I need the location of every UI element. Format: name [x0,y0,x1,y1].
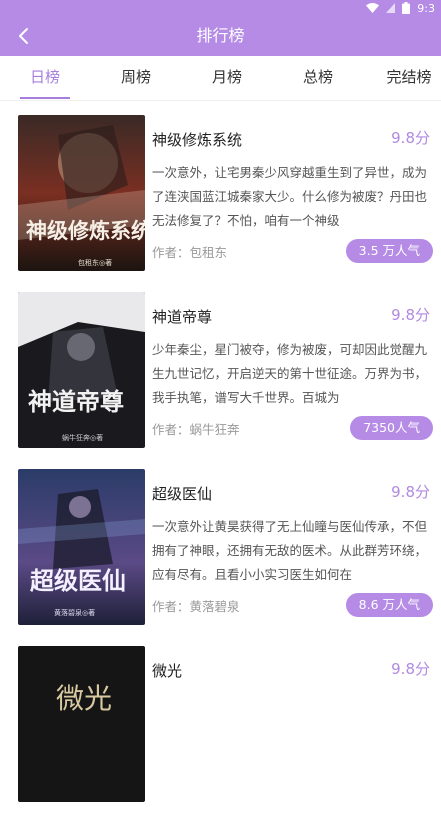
popularity-badge: 3.5 万人气 [345,239,433,263]
cover-title-text: 神级修炼系统 [26,218,145,243]
battery-icon [402,2,411,14]
tab-monthly[interactable]: 月榜 [199,56,255,100]
author-name: 包租东 [189,245,228,260]
book-score: 9.8分 [391,306,430,324]
back-button[interactable] [8,20,40,52]
tab-total[interactable]: 总榜 [290,56,346,100]
book-author: 作者：蜗牛狂奔 [152,419,240,438]
status-time: 9:3 [417,1,435,15]
signal-icon [386,3,396,13]
book-cover[interactable]: 神级修炼系统 包租东◎著 [18,115,145,271]
book-description: 一次意外让黄昊获得了无上仙瞳与医仙传承，不但拥有了神眼，还拥有无敌的医术。从此群… [152,519,428,582]
book-title[interactable]: 微光 [152,660,182,681]
book-list-item[interactable]: 微光 微光 9.8分 [0,646,441,824]
cover-title-text: 超级医仙 [30,567,126,595]
cover-title-text: 神道帝尊 [28,387,124,416]
book-cover[interactable]: 超级医仙 黄落碧泉◎著 [18,469,145,625]
tab-indicator [20,97,70,99]
author-label: 作者： [152,245,190,260]
cover-caption-text: 蜗牛狂奔◎著 [62,433,103,442]
book-description: 少年秦尘，星门被夺，修为被废，可却因此觉醒九生九世记忆，开启逆天的第十世征途。万… [152,342,428,405]
status-bar: 9:3 [0,0,441,16]
wifi-icon [366,3,380,13]
tab-daily[interactable]: 日榜 [20,56,70,100]
cover-caption-text: 包租东◎著 [78,258,112,267]
author-label: 作者： [152,422,190,437]
status-icons: 9:3 [366,0,435,16]
book-title[interactable]: 神级修炼系统 [152,129,242,150]
chevron-left-icon [19,28,28,44]
book-author: 作者：黄落碧泉 [152,596,240,615]
book-score: 9.8分 [391,129,430,147]
book-list-item[interactable]: 神道帝尊 蜗牛狂奔◎著 神道帝尊 9.8分 少年秦尘，星门被夺，修为被废，可却因… [0,292,441,470]
book-score: 9.8分 [391,660,430,678]
cover-caption-text: 黄落碧泉◎著 [54,608,95,617]
popularity-badge: 7350人气 [350,416,433,440]
author-name: 黄落碧泉 [189,599,240,614]
book-cover[interactable]: 神道帝尊 蜗牛狂奔◎著 [18,292,145,448]
book-author: 作者：包租东 [152,242,227,261]
tab-weekly[interactable]: 周榜 [108,56,164,100]
cover-title-text: 微光 [56,682,112,715]
book-cover[interactable]: 微光 [18,646,145,802]
rank-tabs: 日榜 周榜 月榜 总榜 完结榜 [0,56,441,101]
app-bar: 排行榜 [0,16,441,56]
book-title[interactable]: 超级医仙 [152,483,212,504]
popularity-badge: 8.6 万人气 [345,593,433,617]
book-score: 9.8分 [391,483,430,501]
author-name: 蜗牛狂奔 [189,422,240,437]
tab-completed[interactable]: 完结榜 [376,56,441,100]
page-title: 排行榜 [196,26,245,45]
book-title[interactable]: 神道帝尊 [152,306,212,327]
book-list-item[interactable]: 超级医仙 黄落碧泉◎著 超级医仙 9.8分 一次意外让黄昊获得了无上仙瞳与医仙传… [0,469,441,647]
author-label: 作者： [152,599,190,614]
book-description: 一次意外，让宅男秦少风穿越重生到了异世，成为了连浃国蓝江城秦家大少。什么修为被废… [152,165,428,228]
book-list-item[interactable]: 神级修炼系统 包租东◎著 神级修炼系统 9.8分 一次意外，让宅男秦少风穿越重生… [0,115,441,293]
